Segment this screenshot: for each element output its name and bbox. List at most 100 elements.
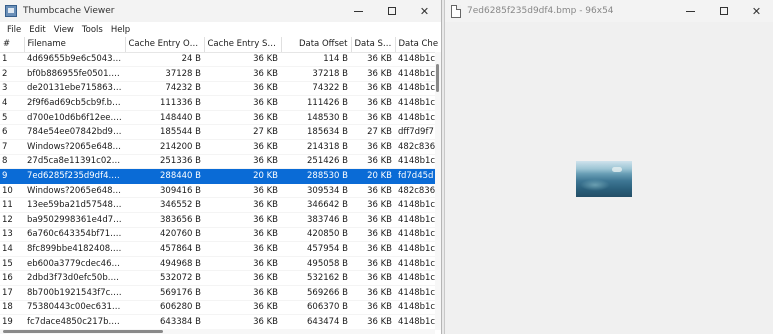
row-data-offset: 111426 B xyxy=(281,95,351,111)
row-index: 7 xyxy=(0,139,24,155)
row-data-size: 36 KB xyxy=(351,52,395,68)
row-data-offset: 606370 B xyxy=(281,300,351,316)
table-row[interactable]: 16 2dbd3f73d0efc50b.bmp 532072 B 36 KB 53216… xyxy=(0,270,441,286)
row-index: 4 xyxy=(0,95,24,111)
table-row[interactable]: 12 ba9502998361e4d7.b... 383656 B 36 KB 3837… xyxy=(0,212,441,228)
menu-tools[interactable]: Tools xyxy=(78,25,107,35)
table-row[interactable]: 15 eb600a3779cdec46.bmp 494968 B 36 KB 49505… xyxy=(0,256,441,272)
column-header-data-checksum[interactable]: Data Che xyxy=(395,37,441,53)
row-cache-entry-size: 27 KB xyxy=(204,124,281,141)
vertical-scroll-thumb[interactable] xyxy=(436,64,439,92)
row-cache-entry-offset: 74232 B xyxy=(125,81,204,97)
row-cache-entry-size: 36 KB xyxy=(204,241,281,257)
row-cache-entry-size: 36 KB xyxy=(204,52,281,68)
column-header-data-size[interactable]: Data Size xyxy=(351,37,396,53)
column-header-cache-entry-offset[interactable]: Cache Entry Off... xyxy=(125,37,205,53)
column-header-index[interactable]: # xyxy=(0,37,25,53)
row-data-size: 36 KB xyxy=(351,285,395,301)
table-row[interactable]: 11 13ee59ba21d57548.b... 346552 B 36 KB 3466… xyxy=(0,197,441,214)
row-cache-entry-offset: 37128 B xyxy=(125,66,204,82)
table-row[interactable]: 7 Windows?2065e64873... 214200 B 36 KB 21431… xyxy=(0,139,441,155)
table-row[interactable]: 3 de20131ebe715863.b... 74232 B 36 KB 74322 … xyxy=(0,81,441,97)
row-index: 16 xyxy=(0,270,24,286)
row-cache-entry-offset: 457864 B xyxy=(125,241,204,257)
row-index: 15 xyxy=(0,256,24,272)
preview-title: 7ed6285f235d9df4.bmp - 96x54 xyxy=(467,6,614,16)
row-cache-entry-offset: 420760 B xyxy=(125,227,204,243)
vertical-scrollbar[interactable] xyxy=(435,52,441,330)
table-row[interactable]: 2 bf0b886955fe0501.bmp 37128 B 36 KB 37218 B… xyxy=(0,66,441,82)
column-header-filename[interactable]: Filename xyxy=(24,37,126,53)
row-cache-entry-offset: 251336 B xyxy=(125,154,204,170)
row-data-size: 36 KB xyxy=(351,197,395,214)
column-header-row: # Filename Cache Entry Off... Cache Entr… xyxy=(0,37,441,53)
horizontal-scrollbar[interactable] xyxy=(0,329,435,334)
menu-edit[interactable]: Edit xyxy=(25,25,49,35)
table-row[interactable]: 4 2f9f6ad69cb5cb9f.bmp 111336 B 36 KB 111426… xyxy=(0,95,441,111)
column-header-data-offset[interactable]: Data Offset xyxy=(281,37,352,53)
thumbnail-preview-window: 7ed6285f235d9df4.bmp - 96x54 ✕ xyxy=(444,0,773,334)
table-row[interactable]: 13 6a760c643354bf71.bmp 420760 B 36 KB 42085… xyxy=(0,227,441,243)
row-data-offset: 74322 B xyxy=(281,81,351,97)
menu-help[interactable]: Help xyxy=(107,25,134,35)
row-cache-entry-size: 36 KB xyxy=(204,95,281,111)
row-filename: 27d5ca8e11391c02.b... xyxy=(24,154,125,170)
row-data-size: 36 KB xyxy=(351,183,395,199)
column-header-cache-entry-size[interactable]: Cache Entry Size xyxy=(204,37,282,53)
row-data-size: 36 KB xyxy=(351,314,395,330)
maximize-button[interactable] xyxy=(375,0,408,22)
row-index: 11 xyxy=(0,197,24,214)
main-titlebar[interactable]: Thumbcache Viewer ✕ xyxy=(0,0,441,22)
row-cache-entry-offset: 532072 B xyxy=(125,270,204,286)
preview-close-button[interactable]: ✕ xyxy=(740,0,773,22)
table-row[interactable]: 6 784e54ee07842bd9.b... 185544 B 27 KB 18563… xyxy=(0,124,441,141)
row-filename: fc7dace4850c217b.bmp xyxy=(24,314,125,330)
preview-minimize-button[interactable] xyxy=(674,0,707,22)
table-row[interactable]: 17 8b700b1921543f7c.b... 569176 B 36 KB 5692… xyxy=(0,285,441,301)
row-data-offset: 288530 B xyxy=(281,168,351,184)
row-cache-entry-offset: 185544 B xyxy=(125,124,204,141)
row-data-size: 36 KB xyxy=(351,227,395,243)
preview-canvas xyxy=(445,22,773,334)
row-filename: de20131ebe715863.b... xyxy=(24,81,125,97)
menu-file[interactable]: File xyxy=(3,25,25,35)
row-cache-entry-offset: 309416 B xyxy=(125,183,204,199)
row-data-offset: 114 B xyxy=(281,52,351,68)
row-data-offset: 532162 B xyxy=(281,270,351,286)
row-cache-entry-offset: 346552 B xyxy=(125,197,204,214)
entries-list[interactable]: # Filename Cache Entry Off... Cache Entr… xyxy=(0,37,441,334)
entries-table: # Filename Cache Entry Off... Cache Entr… xyxy=(0,37,441,330)
table-row[interactable]: 9 7ed6285f235d9df4.bmp 288440 B 20 KB 288530… xyxy=(0,168,441,184)
image-file-icon xyxy=(451,4,461,18)
menubar: File Edit View Tools Help xyxy=(0,22,441,37)
row-index: 1 xyxy=(0,52,24,68)
row-data-size: 36 KB xyxy=(351,300,395,316)
table-row[interactable]: 1 4d69655b9e6c5043.b... 24 B 36 KB 114 B 36 K… xyxy=(0,52,441,68)
row-filename: 75380443c00ec631.b... xyxy=(24,300,125,316)
preview-maximize-button[interactable] xyxy=(707,0,740,22)
table-row[interactable]: 8 27d5ca8e11391c02.b... 251336 B 36 KB 25142… xyxy=(0,154,441,170)
menu-view[interactable]: View xyxy=(50,25,78,35)
row-cache-entry-offset: 383656 B xyxy=(125,212,204,228)
app-icon xyxy=(5,5,17,17)
row-index: 8 xyxy=(0,154,24,170)
row-filename: bf0b886955fe0501.bmp xyxy=(24,66,125,82)
row-cache-entry-size: 36 KB xyxy=(204,285,281,301)
close-button[interactable]: ✕ xyxy=(408,0,441,22)
table-row[interactable]: 5 d700e10d6b6f12ee.bmp 148440 B 36 KB 148530… xyxy=(0,110,441,126)
table-row[interactable]: 18 75380443c00ec631.b... 606280 B 36 KB 6063… xyxy=(0,300,441,316)
row-filename: ba9502998361e4d7.b... xyxy=(24,212,125,228)
row-filename: 13ee59ba21d57548.b... xyxy=(24,197,125,214)
row-filename: 784e54ee07842bd9.b... xyxy=(24,124,125,141)
horizontal-scroll-thumb[interactable] xyxy=(3,330,163,333)
table-row[interactable]: 19 fc7dace4850c217b.bmp 643384 B 36 KB 64347… xyxy=(0,314,441,330)
row-cache-entry-offset: 494968 B xyxy=(125,256,204,272)
entries-body: 1 4d69655b9e6c5043.b... 24 B 36 KB 114 B 36 K… xyxy=(0,52,441,330)
minimize-button[interactable] xyxy=(342,0,375,22)
row-index: 14 xyxy=(0,241,24,257)
table-row[interactable]: 14 8fc899bbe4182408.bmp 457864 B 36 KB 45795… xyxy=(0,241,441,257)
table-row[interactable]: 10 Windows?2065e64872... 309416 B 36 KB 3095… xyxy=(0,183,441,199)
row-cache-entry-offset: 111336 B xyxy=(125,95,204,111)
preview-titlebar[interactable]: 7ed6285f235d9df4.bmp - 96x54 ✕ xyxy=(445,0,773,22)
row-index: 6 xyxy=(0,124,24,141)
